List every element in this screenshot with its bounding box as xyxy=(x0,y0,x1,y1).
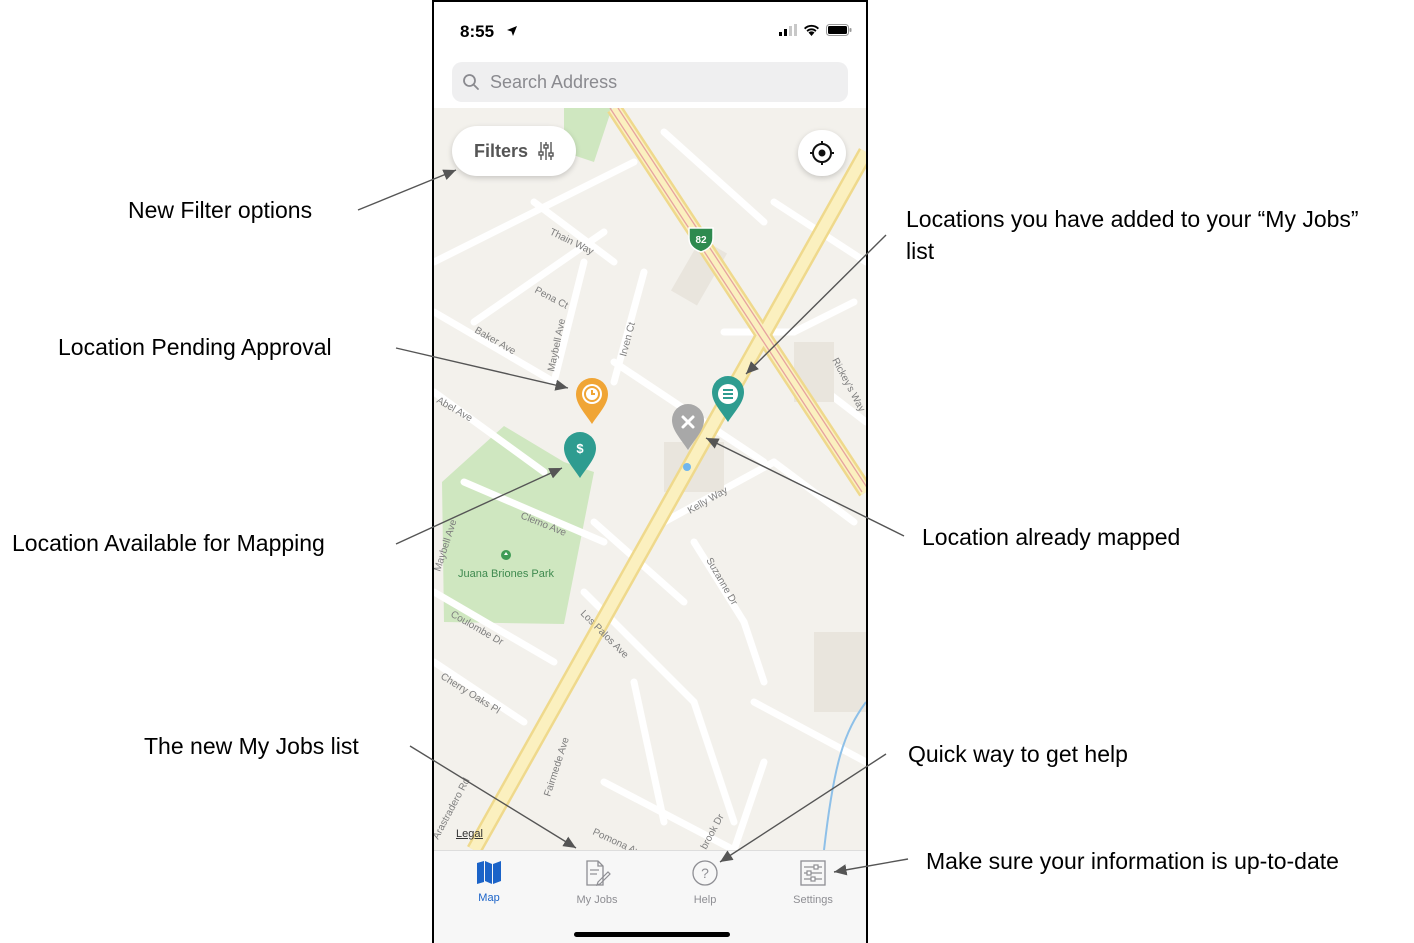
signal-icon xyxy=(779,24,797,36)
user-location-dot xyxy=(683,463,691,471)
dollar-icon: $ xyxy=(576,441,584,456)
annotation-available: Location Available for Mapping xyxy=(12,530,325,556)
filters-button[interactable]: Filters xyxy=(452,126,576,176)
sliders-icon xyxy=(800,860,826,886)
map-icon xyxy=(477,861,501,884)
status-icons xyxy=(779,24,852,36)
tab-map[interactable]: Map xyxy=(444,859,534,904)
tab-settings-label: Settings xyxy=(793,894,833,906)
map-view[interactable]: 82 Thain Way Pena Ct Baker Ave Maybell A… xyxy=(434,108,866,850)
annotation-help: Quick way to get help xyxy=(908,741,1128,767)
sliders-icon xyxy=(538,142,554,160)
legal-link[interactable]: Legal xyxy=(456,828,483,840)
search-bar[interactable] xyxy=(452,62,848,102)
search-icon xyxy=(463,74,479,90)
filters-label: Filters xyxy=(473,140,529,161)
search-bar-container xyxy=(434,52,866,108)
locate-me-button[interactable] xyxy=(798,130,846,176)
annotation-my-jobs-list: The new My Jobs list xyxy=(144,733,359,759)
tab-help-label: Help xyxy=(693,894,717,906)
battery-icon xyxy=(826,24,852,36)
tab-help[interactable]: ? Help xyxy=(660,859,750,906)
annotation-pending: Location Pending Approval xyxy=(58,334,332,360)
tab-bar: Map My Jobs ? Help Settings xyxy=(434,850,866,943)
home-indicator[interactable] xyxy=(574,932,730,937)
question-circle-icon: ? xyxy=(692,860,718,886)
annotation-my-jobs-locations: Locations you have added to your “My Job… xyxy=(906,206,1359,264)
document-edit-icon xyxy=(586,860,611,886)
annotation-settings: Make sure your information is up-to-date xyxy=(926,848,1339,874)
park-pin-icon xyxy=(501,550,511,560)
phone-screen: 82 Thain Way Pena Ct Baker Ave Maybell A… xyxy=(432,0,868,943)
svg-text:?: ? xyxy=(701,865,709,881)
tab-map-label: Map xyxy=(478,892,500,904)
location-arrow-icon xyxy=(507,26,517,36)
tab-my-jobs-label: My Jobs xyxy=(576,894,618,906)
tab-settings[interactable]: Settings xyxy=(768,859,858,906)
search-input[interactable] xyxy=(488,70,832,94)
tab-my-jobs[interactable]: My Jobs xyxy=(552,859,642,906)
route-badge-text: 82 xyxy=(695,235,707,246)
status-time: 8:55 xyxy=(460,22,495,41)
annotation-mapped: Location already mapped xyxy=(922,524,1181,550)
wifi-icon xyxy=(804,24,819,36)
crosshair-icon xyxy=(810,141,834,165)
annotation-filters: New Filter options xyxy=(128,197,313,223)
park-label: Juana Briones Park xyxy=(458,568,554,580)
